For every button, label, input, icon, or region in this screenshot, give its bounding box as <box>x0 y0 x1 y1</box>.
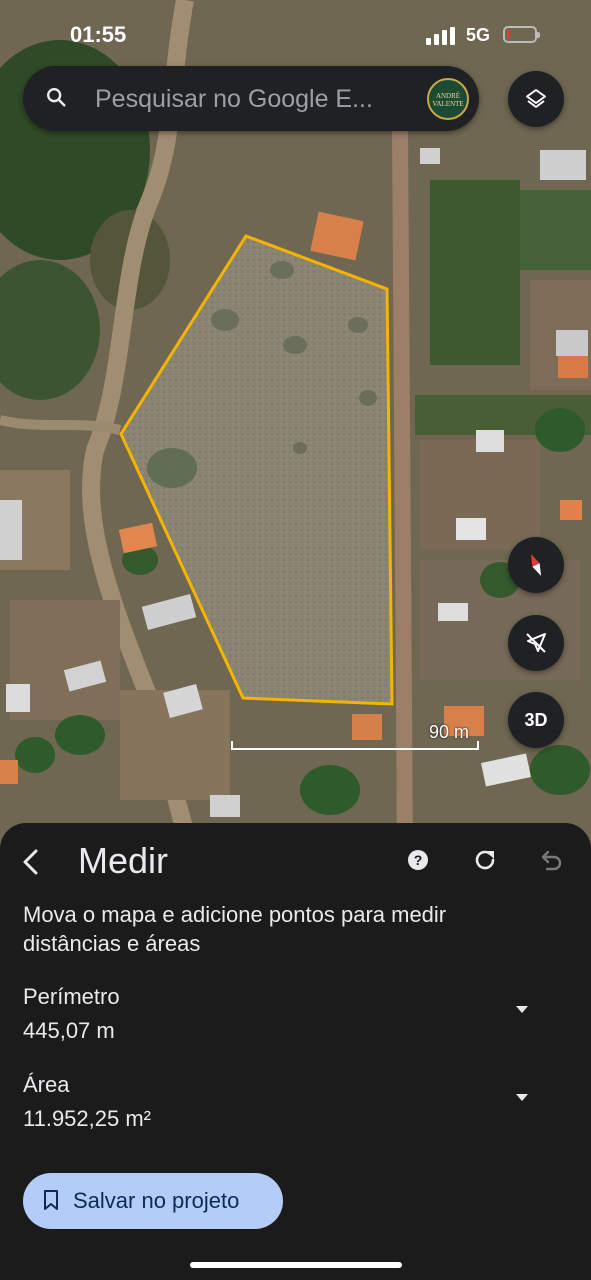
map-view[interactable]: 01:55 5G Pesquisar no Google E... ANDRÉ … <box>0 0 591 850</box>
map-scale: 90 m <box>231 722 479 752</box>
search-icon <box>47 88 66 107</box>
location-off-icon <box>526 633 546 653</box>
avatar-text-line2: VALENTE <box>432 100 464 108</box>
help-icon[interactable]: ? <box>408 850 428 870</box>
save-button-label: Salvar no projeto <box>73 1188 240 1213</box>
perimeter-value: 445,07 m <box>23 1018 115 1043</box>
layers-button[interactable] <box>508 71 564 127</box>
avatar-text-line1: ANDRÉ <box>435 92 461 100</box>
panel-title: Medir <box>78 840 169 881</box>
account-avatar[interactable]: ANDRÉ VALENTE <box>427 78 469 120</box>
redo-icon[interactable] <box>472 847 498 873</box>
perimeter-label: Perímetro <box>23 984 120 1009</box>
battery-level <box>507 30 510 39</box>
scale-label: 90 m <box>428 722 469 742</box>
status-bar: 01:55 5G <box>0 0 591 66</box>
chevron-down-icon[interactable] <box>516 1006 528 1013</box>
battery-icon <box>503 26 540 43</box>
compass-button[interactable] <box>508 537 564 593</box>
save-to-project-button[interactable]: Salvar no projeto <box>23 1173 283 1229</box>
perimeter-row[interactable]: Perímetro 445,07 m <box>23 984 543 1044</box>
chevron-down-icon[interactable] <box>516 1094 528 1101</box>
network-type: 5G <box>466 25 491 45</box>
area-value: 11.952,25 m² <box>23 1106 152 1131</box>
scale-bar <box>231 741 479 750</box>
3d-toggle-button[interactable]: 3D <box>508 692 564 748</box>
measure-instruction: Mova o mapa e adicione pontos para medir… <box>23 902 447 956</box>
search-placeholder: Pesquisar no Google E... <box>95 85 373 113</box>
back-button[interactable] <box>20 847 42 877</box>
search-bar[interactable]: Pesquisar no Google E... ANDRÉ VALENTE <box>23 66 479 131</box>
measure-panel: Medir ? Mova o mapa e adicione pontos pa… <box>0 823 591 1280</box>
bookmark-icon <box>44 1190 58 1210</box>
my-location-button[interactable] <box>508 615 564 671</box>
home-indicator[interactable] <box>190 1262 402 1268</box>
compass-icon <box>530 554 542 576</box>
status-time: 01:55 <box>70 22 127 47</box>
area-row[interactable]: Área 11.952,25 m² <box>23 1072 543 1132</box>
layers-icon <box>526 89 546 108</box>
area-label: Área <box>23 1072 70 1097</box>
cellular-signal-icon <box>426 27 455 45</box>
undo-icon[interactable] <box>538 849 564 871</box>
